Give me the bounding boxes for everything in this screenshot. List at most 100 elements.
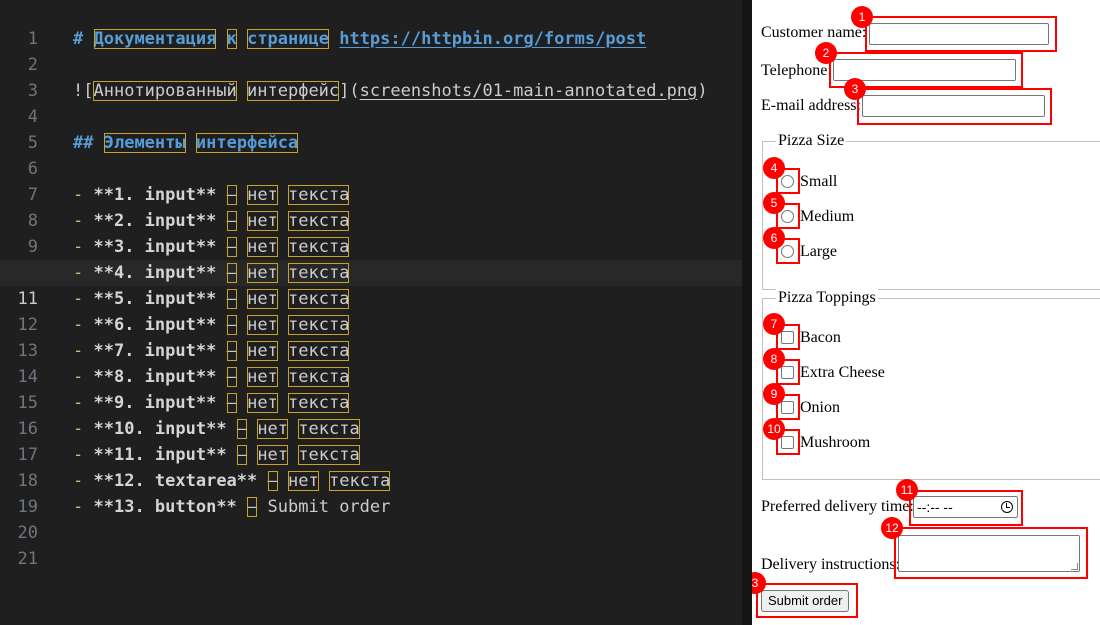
editor-line[interactable]: 5 <box>0 104 742 153</box>
item-label: **11. input** <box>93 445 227 465</box>
list-item-line: - **5. input** — нет текста <box>73 286 350 312</box>
size-small-label: Small <box>800 173 838 190</box>
annotation-badge: 9 <box>763 383 785 405</box>
size-large-label: Large <box>800 243 838 260</box>
annotated-form-preview: Customer name: 1 Telephone: 2 E-mail add… <box>752 0 1100 625</box>
item-word: нет <box>247 393 278 413</box>
pane-divider[interactable] <box>742 0 752 625</box>
editor-line[interactable]: 13 - **6. input** — нет текста <box>0 312 742 361</box>
list-item-line: - **10. input** — нет текста <box>73 416 360 442</box>
list-item-line: - **8. input** — нет текста <box>73 364 350 390</box>
size-medium-label: Medium <box>800 208 855 225</box>
editor-line[interactable]: 19 - **12. textarea** — нет текста <box>0 468 742 517</box>
em-dash: — <box>226 263 237 283</box>
line-number: 21 <box>17 549 38 569</box>
heading-word: странице <box>247 29 329 49</box>
editor-line[interactable]: 17 - **10. input** — нет текста <box>0 416 742 465</box>
item-word: нет <box>257 419 289 439</box>
item-label: **10. input** <box>93 419 227 439</box>
em-dash: — <box>226 315 237 335</box>
editor-line[interactable]: 12 - **5. input** — нет текста <box>0 286 742 335</box>
editor-line[interactable]: 21 <box>0 520 742 569</box>
heading-word: интерфейса <box>195 133 299 153</box>
alt-text-word: Аннотированный <box>93 81 237 101</box>
item-word: нет <box>247 289 278 309</box>
editor-line[interactable]: 6 ## Элементы интерфейса <box>0 130 742 179</box>
delivery-time-label: Preferred delivery time: <box>761 498 914 515</box>
md-image-close: ) <box>697 81 708 101</box>
heading-word: Документация <box>93 29 217 49</box>
list-dash: - <box>73 237 84 257</box>
heading-url[interactable]: https://httpbin.org/forms/post <box>339 29 646 49</box>
annotation-badge: 11 <box>896 479 918 501</box>
item-word: нет <box>247 341 278 361</box>
heading-word: к <box>226 29 237 49</box>
heading-2-line: ## Элементы интерфейса <box>73 130 299 156</box>
topping-onion-label: Onion <box>800 399 840 416</box>
image-path[interactable]: screenshots/01-main-annotated.png <box>360 81 698 101</box>
item-word: текста <box>288 185 350 205</box>
editor-line-current[interactable]: 11 - **4. input** — нет текста <box>0 260 742 309</box>
editor-line[interactable]: 7 <box>0 156 742 205</box>
toppings-legend: Pizza Toppings <box>776 289 878 307</box>
item-word: текста <box>288 315 350 335</box>
em-dash: — <box>226 367 237 387</box>
annotation-box <box>756 583 858 618</box>
list-dash: - <box>73 289 84 309</box>
em-dash: — <box>226 289 237 309</box>
editor-line[interactable]: 16 - **9. input** — нет текста <box>0 390 742 439</box>
item-word: текста <box>288 341 350 361</box>
image-link-line: ![Аннотированный интерфейс](screenshots/… <box>73 78 708 104</box>
editor-line[interactable]: 18 - **11. input** — нет текста <box>0 442 742 491</box>
list-dash: - <box>73 445 84 465</box>
em-dash: — <box>247 497 258 517</box>
item-word: текста <box>298 419 360 439</box>
annotation-badge: 12 <box>881 517 903 539</box>
editor-line[interactable]: 1 <box>0 0 742 49</box>
em-dash: — <box>226 237 237 257</box>
list-dash: - <box>73 185 84 205</box>
editor-line[interactable]: 10 - **3. input** — нет текста <box>0 234 742 283</box>
list-dash: - <box>73 341 84 361</box>
md-image-open: ![ <box>73 81 94 101</box>
editor-line[interactable]: 20 - **13. button** — Submit order <box>0 494 742 543</box>
list-dash: - <box>73 471 84 491</box>
item-word: нет <box>247 237 278 257</box>
list-item-line: - **6. input** — нет текста <box>73 312 350 338</box>
list-item-line: - **1. input** — нет текста <box>73 182 350 208</box>
list-item-line: - **2. input** — нет текста <box>73 208 350 234</box>
item-word: текста <box>288 237 350 257</box>
annotation-badge: 5 <box>763 192 785 214</box>
item-word: нет <box>247 367 278 387</box>
item-text: Submit order <box>267 497 391 517</box>
pizza-size-legend: Pizza Size <box>776 132 847 150</box>
em-dash: — <box>226 393 237 413</box>
heading-1-line: # Документация к странице https://httpbi… <box>73 26 646 52</box>
list-dash: - <box>73 367 84 387</box>
item-word: текста <box>298 445 360 465</box>
item-label: **4. input** <box>93 263 217 283</box>
item-word: нет <box>247 211 278 231</box>
item-label: **3. input** <box>93 237 217 257</box>
editor-line[interactable]: 4 ![Аннотированный интерфейс](screenshot… <box>0 78 742 127</box>
item-label: **6. input** <box>93 315 217 335</box>
editor-line[interactable]: 8 - **1. input** — нет текста <box>0 182 742 231</box>
item-word: текста <box>288 263 350 283</box>
em-dash: — <box>226 211 237 231</box>
editor-line[interactable]: 15 - **8. input** — нет текста <box>0 364 742 413</box>
em-dash: — <box>236 419 248 439</box>
editor-line[interactable]: 3 <box>0 52 742 101</box>
em-dash: — <box>226 341 237 361</box>
item-word: текста <box>288 393 350 413</box>
em-dash: — <box>236 445 248 465</box>
annotation-badge: 2 <box>815 42 837 64</box>
editor-line[interactable]: 9 - **2. input** — нет текста <box>0 208 742 257</box>
item-label: **12. textarea** <box>93 471 258 491</box>
annotation-badge: 7 <box>763 313 785 335</box>
annotation-box <box>909 490 1023 526</box>
item-label: **9. input** <box>93 393 217 413</box>
editor-line[interactable]: 14 - **7. input** — нет текста <box>0 338 742 387</box>
annotation-box <box>894 527 1088 579</box>
code-editor[interactable]: 1 2 # Документация к странице https://ht… <box>0 0 742 625</box>
editor-line[interactable]: 2 # Документация к странице https://http… <box>0 26 742 75</box>
